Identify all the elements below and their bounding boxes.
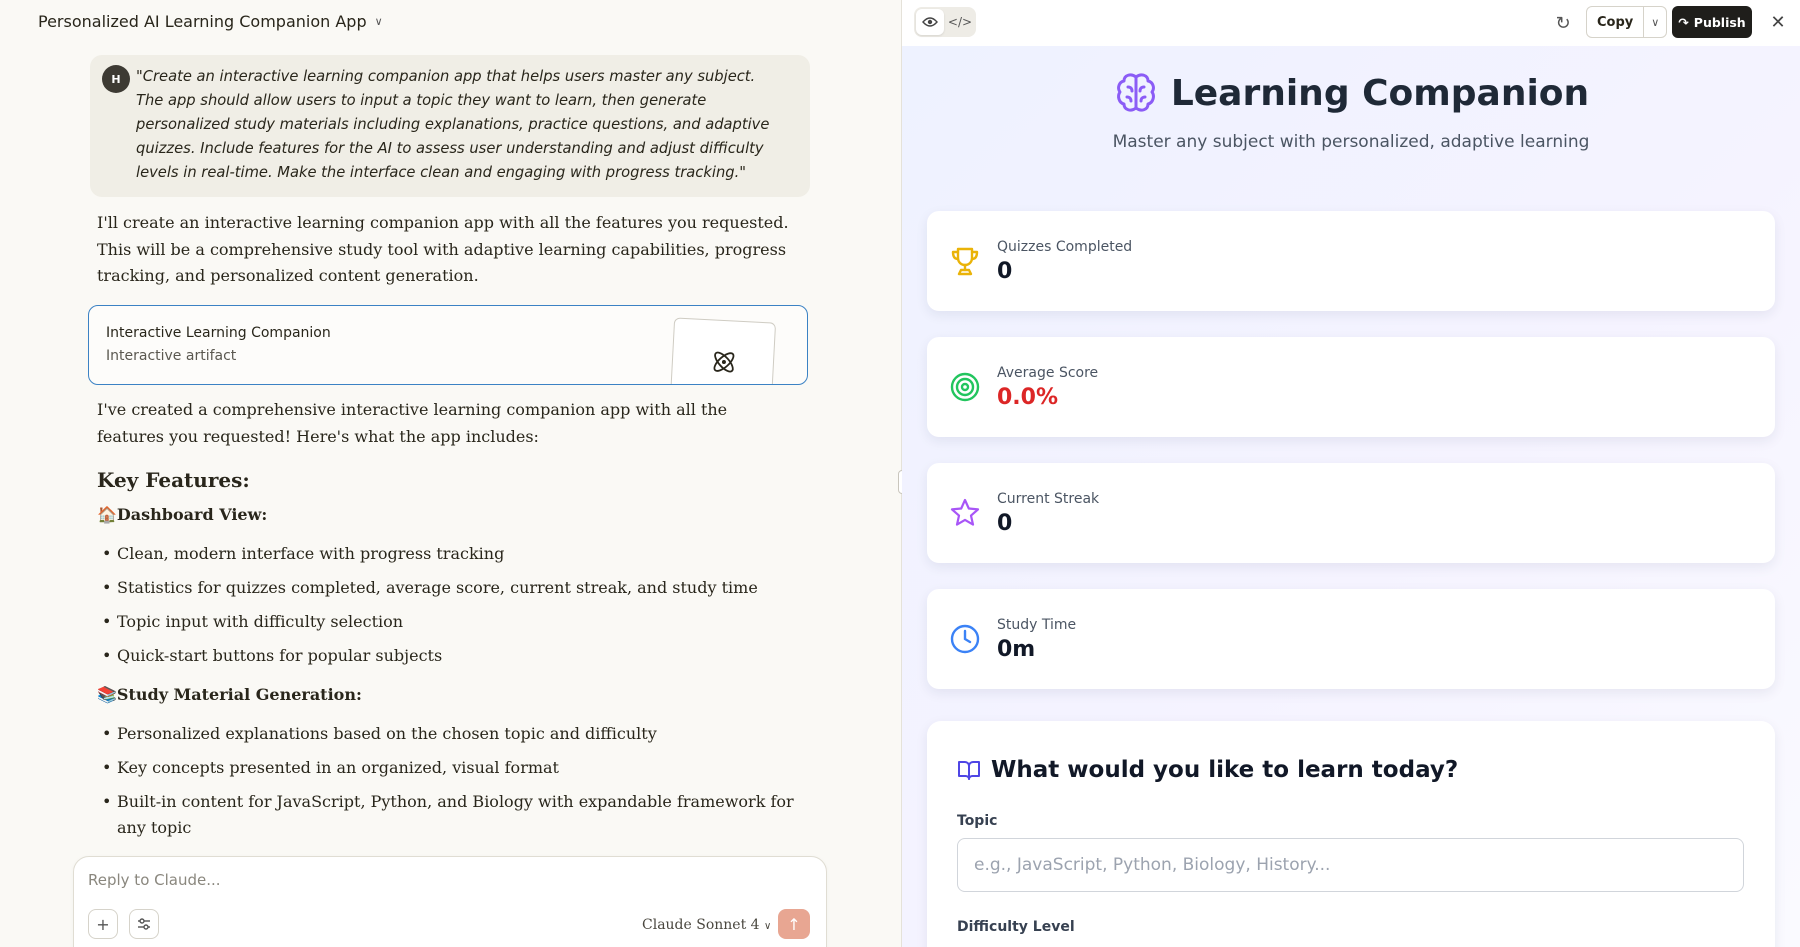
- model-selector[interactable]: Claude Sonnet 4 ∨: [642, 917, 771, 933]
- list-item: Statistics for quizzes completed, averag…: [97, 575, 797, 601]
- copy-options-button[interactable]: ∨: [1644, 7, 1666, 37]
- stat-value: 0m: [997, 637, 1036, 662]
- stat-card-quizzes: Quizzes Completed 0: [927, 211, 1775, 311]
- section-study-heading: 📚Study Material Generation:: [97, 685, 362, 704]
- artifact-type: Interactive artifact: [106, 348, 237, 364]
- list-item: Built-in content for JavaScript, Python,…: [97, 789, 797, 841]
- atom-icon: [713, 351, 735, 373]
- learning-companion-app: Learning Companion Master any subject wi…: [902, 46, 1800, 947]
- arrow-up-icon: ↑: [787, 914, 801, 934]
- sliders-icon: [138, 918, 150, 930]
- list-item: Personalized explanations based on the c…: [97, 721, 797, 747]
- avatar: H: [102, 65, 130, 93]
- stat-value: 0: [997, 511, 1013, 536]
- list-item: Key concepts presented in an organized, …: [97, 755, 797, 781]
- chevron-down-icon: ∨: [1651, 15, 1660, 29]
- assistant-response-intro: I'll create an interactive learning comp…: [97, 213, 789, 285]
- plus-icon: +: [96, 914, 110, 934]
- publish-label: Publish: [1693, 14, 1746, 30]
- add-button[interactable]: +: [88, 909, 118, 939]
- stat-label: Study Time: [997, 617, 1077, 633]
- stat-label: Average Score: [997, 365, 1099, 381]
- tools-button[interactable]: [129, 909, 159, 939]
- artifact-thumbnail: [669, 317, 777, 384]
- chevron-down-icon: ∨: [764, 921, 772, 932]
- topic-input[interactable]: [957, 838, 1744, 892]
- copy-button-group: Copy ∨: [1586, 6, 1668, 38]
- stat-label: Current Streak: [997, 491, 1100, 507]
- refresh-icon: ↻: [1555, 12, 1571, 34]
- learn-heading-text: What would you like to learn today?: [991, 757, 1459, 783]
- app-header: Learning Companion Master any subject wi…: [902, 70, 1800, 153]
- app-title-text: Learning Companion: [1170, 72, 1590, 114]
- list-item: Quick-start buttons for popular subjects: [97, 643, 797, 669]
- stat-card-streak: Current Streak 0: [927, 463, 1775, 563]
- share-arrow-icon: ↷: [1678, 14, 1689, 30]
- composer: + Claude Sonnet 4 ∨ ↑: [73, 856, 827, 947]
- list-item: Clean, modern interface with progress tr…: [97, 541, 797, 567]
- section-dashboard-heading: 🏠Dashboard View:: [97, 505, 268, 524]
- trophy-icon: [951, 247, 979, 276]
- book-open-icon: [958, 761, 980, 780]
- books-icon: 📚: [97, 685, 117, 704]
- chat-title: Personalized AI Learning Companion App: [38, 12, 367, 31]
- artifact-card[interactable]: Interactive Learning Companion Interacti…: [88, 305, 808, 385]
- eye-icon: [922, 17, 938, 27]
- publish-button[interactable]: ↷ Publish: [1672, 6, 1752, 38]
- stat-value: 0.0%: [997, 385, 1059, 410]
- learn-heading: What would you like to learn today?: [957, 757, 1458, 783]
- close-button[interactable]: ✕: [1766, 10, 1790, 34]
- stat-value: 0: [997, 259, 1013, 284]
- user-message-text: "Create an interactive learning companio…: [136, 68, 770, 181]
- copy-button[interactable]: Copy: [1587, 7, 1645, 37]
- stat-card-average-score: Average Score 0.0%: [927, 337, 1775, 437]
- stat-label: Quizzes Completed: [997, 239, 1133, 255]
- view-toggle: </>: [914, 7, 976, 37]
- user-message: H "Create an interactive learning compan…: [90, 55, 810, 197]
- artifact-pane: </> ↻ Copy ∨ ↷ Publish ✕ Learning Compan…: [902, 0, 1800, 947]
- dashboard-feature-list: Clean, modern interface with progress tr…: [97, 541, 797, 677]
- reply-input[interactable]: [88, 871, 688, 889]
- difficulty-label: Difficulty Level: [957, 919, 1075, 935]
- app-subtitle: Master any subject with personalized, ad…: [1112, 132, 1590, 152]
- clock-icon: [950, 624, 980, 654]
- assistant-response-followup: I've created a comprehensive interactive…: [97, 400, 728, 446]
- model-name: Claude Sonnet 4: [642, 917, 760, 933]
- refresh-button[interactable]: ↻: [1550, 10, 1576, 36]
- chat-pane: Personalized AI Learning Companion App ∨…: [0, 0, 902, 947]
- send-button[interactable]: ↑: [778, 909, 810, 939]
- code-tab[interactable]: </>: [946, 9, 974, 35]
- chevron-down-icon: ∨: [374, 15, 383, 28]
- artifact-toolbar: </> ↻ Copy ∨ ↷ Publish ✕: [902, 0, 1800, 46]
- star-icon: [950, 498, 980, 526]
- key-features-heading: Key Features:: [97, 468, 250, 492]
- learn-topic-card: What would you like to learn today? Topi…: [927, 721, 1775, 947]
- close-icon: ✕: [1770, 11, 1786, 33]
- artifact-name: Interactive Learning Companion: [106, 325, 331, 341]
- app-title: Learning Companion: [1113, 70, 1589, 116]
- study-feature-list: Personalized explanations based on the c…: [97, 721, 797, 849]
- chat-title-menu[interactable]: Personalized AI Learning Companion App ∨: [38, 12, 383, 31]
- target-icon: [950, 372, 980, 402]
- list-item: Topic input with difficulty selection: [97, 609, 797, 635]
- preview-tab[interactable]: [916, 9, 944, 35]
- brain-icon: [1116, 73, 1155, 112]
- topic-label: Topic: [957, 813, 998, 829]
- code-icon: </>: [947, 15, 973, 29]
- stat-card-study-time: Study Time 0m: [927, 589, 1775, 689]
- house-icon: 🏠: [97, 505, 117, 524]
